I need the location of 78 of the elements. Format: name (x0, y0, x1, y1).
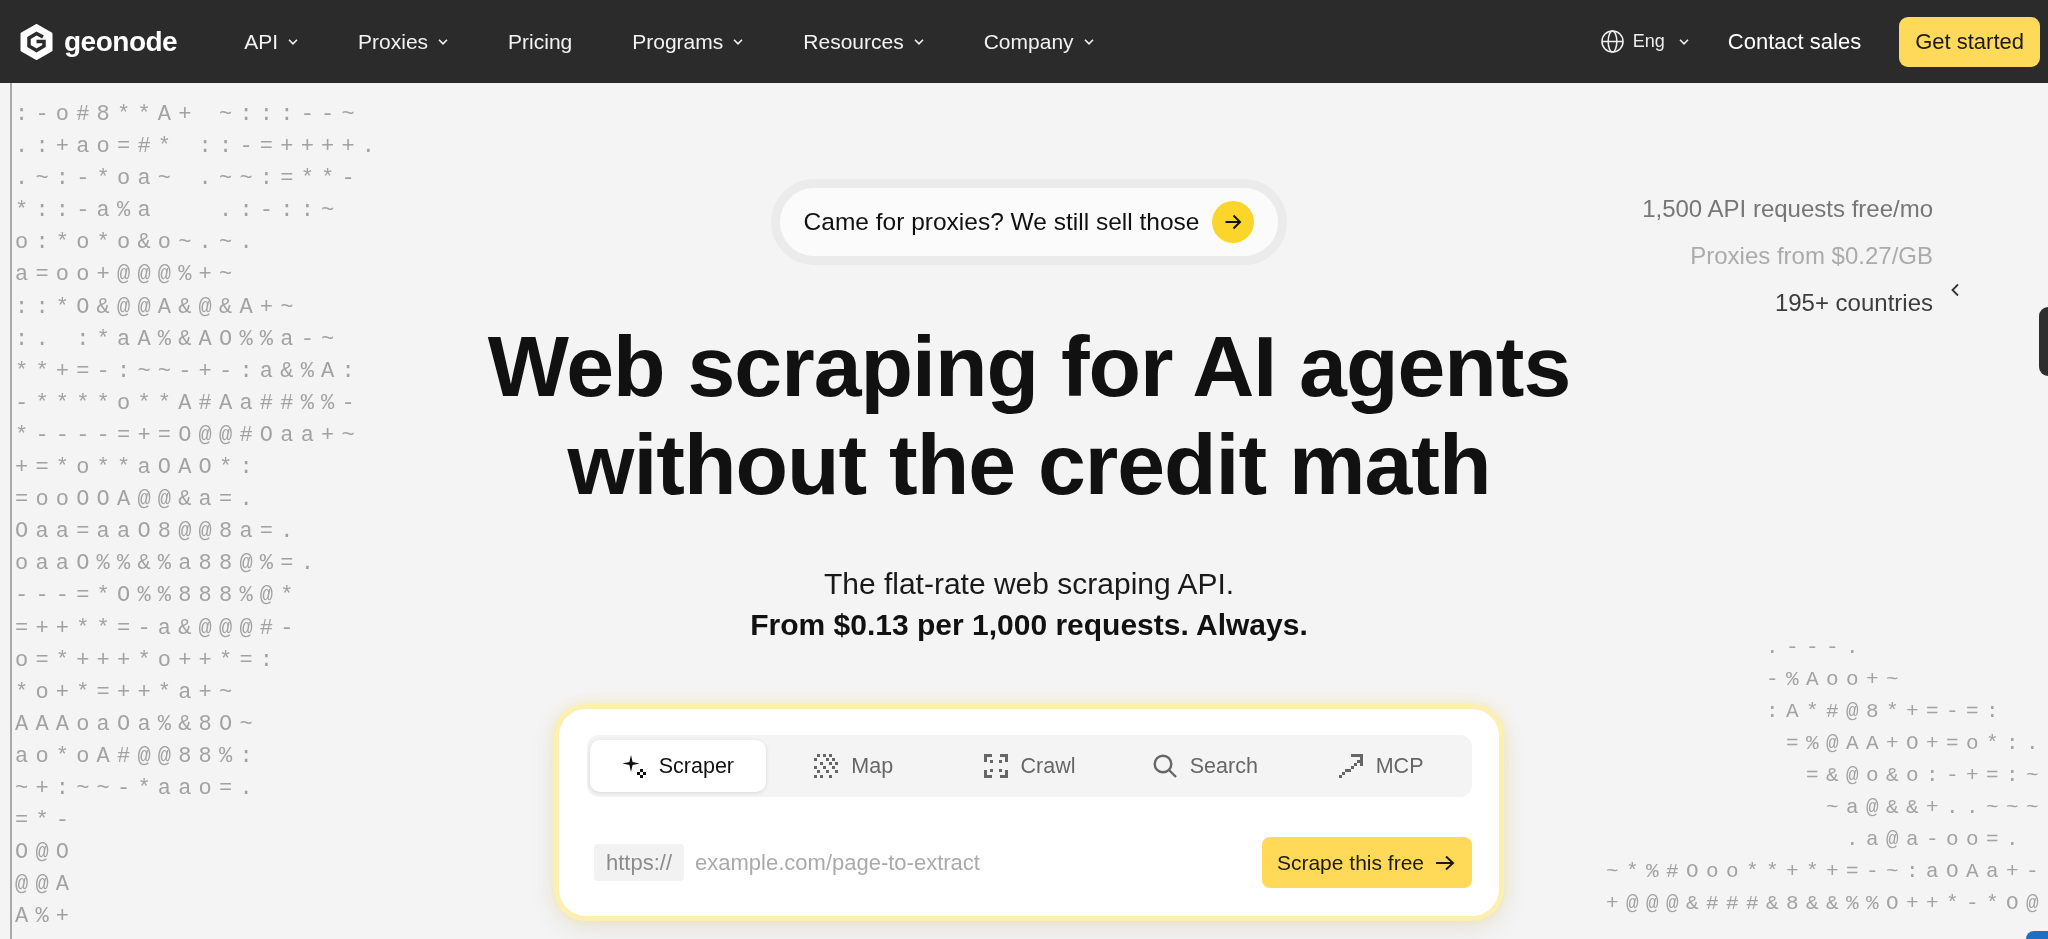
ascii-art-text: Oaa=aaO8@@8a=. (15, 518, 301, 547)
dotted-grid-icon (814, 754, 839, 778)
nav-menu-link[interactable]: Proxies (358, 29, 449, 54)
nav-menu-link[interactable]: Pricing (508, 29, 573, 54)
mode-tab[interactable]: Map (765, 740, 942, 792)
ascii-art-text: ~*%#Ooo**+*+=-~:aOAa+- (1606, 859, 2047, 885)
search-icon (1152, 754, 1177, 778)
ascii-art-text: **+=-:~~-+-:a&%A: (15, 357, 362, 386)
caret-down-icon (1083, 38, 1094, 45)
logo-wordmark[interactable]: geonode (64, 25, 178, 58)
caret-down-icon (913, 38, 924, 45)
caret-down-icon (438, 38, 449, 45)
ascii-art-text: =%@AA+O+=o*:. (1786, 731, 2047, 757)
globe-icon (1600, 30, 1624, 53)
stat-text: 195+ countries (1774, 288, 1933, 318)
contact-sales-link[interactable]: Contact sales (1727, 28, 1862, 55)
ascii-art-text: ~+:~~-*aao=. (15, 774, 260, 803)
ascii-art-text: .~:-*oa~ .~~:=**- (15, 165, 362, 194)
ascii-art-text: *::-a%a .:-::~ (15, 197, 342, 226)
ascii-art-text: :A*#@8*+=-=: (1766, 699, 2007, 725)
ascii-art-text: =ooOOA@@&a=. (15, 486, 260, 515)
hero-subtitle: The flat-rate web scraping API. (823, 566, 1235, 602)
hero-heading: Web scraping for AI agents without the credit math (486, 317, 1572, 513)
ascii-art-text: A%+ (15, 903, 77, 932)
mode-tab[interactable]: Search (1117, 740, 1294, 792)
ascii-art-text: -%Aoo+~ (1766, 667, 1906, 693)
nav-menu-link[interactable]: Resources (803, 29, 924, 54)
corner-brackets-icon (983, 754, 1008, 778)
url-prefix-label: https:// (594, 844, 685, 881)
ascii-art-text: *----=+=O@@#Oaa+~ (15, 421, 362, 450)
ascii-art-text: o:*o*o&o~.~. (15, 229, 260, 258)
ascii-art-text: +@@@&###&8&&%%O++*-*O@ (1606, 891, 2047, 917)
pricing-line: From $0.13 per 1,000 requests. Always. (750, 607, 1308, 643)
arrow-right-icon (1212, 201, 1255, 243)
chat-button[interactable] (2026, 931, 2048, 939)
stat-text: 1,500 API requests free/mo (1642, 194, 1933, 224)
ascii-art-text: =++**=-a&@@@#- (15, 614, 301, 643)
ascii-art-text: *o+*=++*a+~ (15, 678, 240, 707)
ascii-art-text: ---=*O%%888%@* (15, 582, 301, 611)
ascii-art-text: O@O (15, 839, 77, 868)
nav-menu-link[interactable]: API (244, 29, 299, 54)
caret-down-icon (1678, 38, 1689, 45)
language-selector[interactable]: Eng (1600, 30, 1689, 53)
ascii-art-text: a=oo+@@@%+~ (15, 261, 240, 290)
ascii-art-text: =&@o&o:-+=:~ (1806, 763, 2047, 789)
caret-down-icon (733, 38, 744, 45)
ascii-art-text: :. :*aA%&AO%%a-~ (15, 325, 342, 354)
pixel-arrow-icon (1338, 754, 1363, 778)
chevron-left-icon[interactable] (1950, 283, 1960, 297)
sparkle-icon (621, 754, 646, 778)
ascii-art-text: .---. (1766, 635, 1866, 661)
arrow-right-icon (1435, 854, 1455, 871)
ascii-art-text: .a@a-oo=. (1846, 827, 2027, 853)
ascii-art-text: @@A (15, 871, 77, 900)
caret-down-icon (288, 38, 299, 45)
ascii-art-text: .:+ao=#* ::-=++++. (15, 133, 383, 162)
stat-text: Proxies from $0.27/GB (1690, 241, 1933, 271)
nav-menu-link[interactable]: Company (983, 29, 1094, 54)
ascii-art-text: o=*+++*o++*=: (15, 646, 281, 675)
mode-tab[interactable]: Crawl (941, 740, 1118, 792)
ascii-art-text: :-o#8**A+ ~:::--~ (15, 101, 362, 129)
ascii-art-text: ~a@&&+..~~~ (1826, 795, 2047, 821)
ascii-art-text: =*- (15, 807, 77, 836)
announcement-link[interactable]: Came for proxies? We still sell those (770, 179, 1288, 265)
scrape-button[interactable]: Scrape this free (1261, 837, 1472, 888)
mode-tab[interactable]: Scraper (590, 740, 766, 792)
ascii-art-text: ao*oA#@@88%: (15, 742, 260, 771)
ascii-art-text: oaaO%%&%a88@%=. (15, 550, 322, 579)
ascii-art-text: ::*O&@@A&@&A+~ (15, 293, 301, 322)
side-panel-handle[interactable] (2039, 307, 2048, 376)
mode-tab[interactable]: MCP (1293, 740, 1469, 792)
ascii-art-text: +=*o**aOAO*: (15, 454, 260, 483)
logo-icon[interactable] (18, 23, 55, 60)
ascii-art-text: -****o**A#Aa##%%- (15, 389, 362, 418)
nav-menu-link[interactable]: Programs (632, 29, 744, 54)
ascii-art-text: AAAoaOa%&8O~ (15, 710, 260, 739)
get-started-button[interactable]: Get started (1899, 16, 2040, 67)
url-input-field[interactable]: example.com/page-to-extract (695, 844, 1246, 881)
